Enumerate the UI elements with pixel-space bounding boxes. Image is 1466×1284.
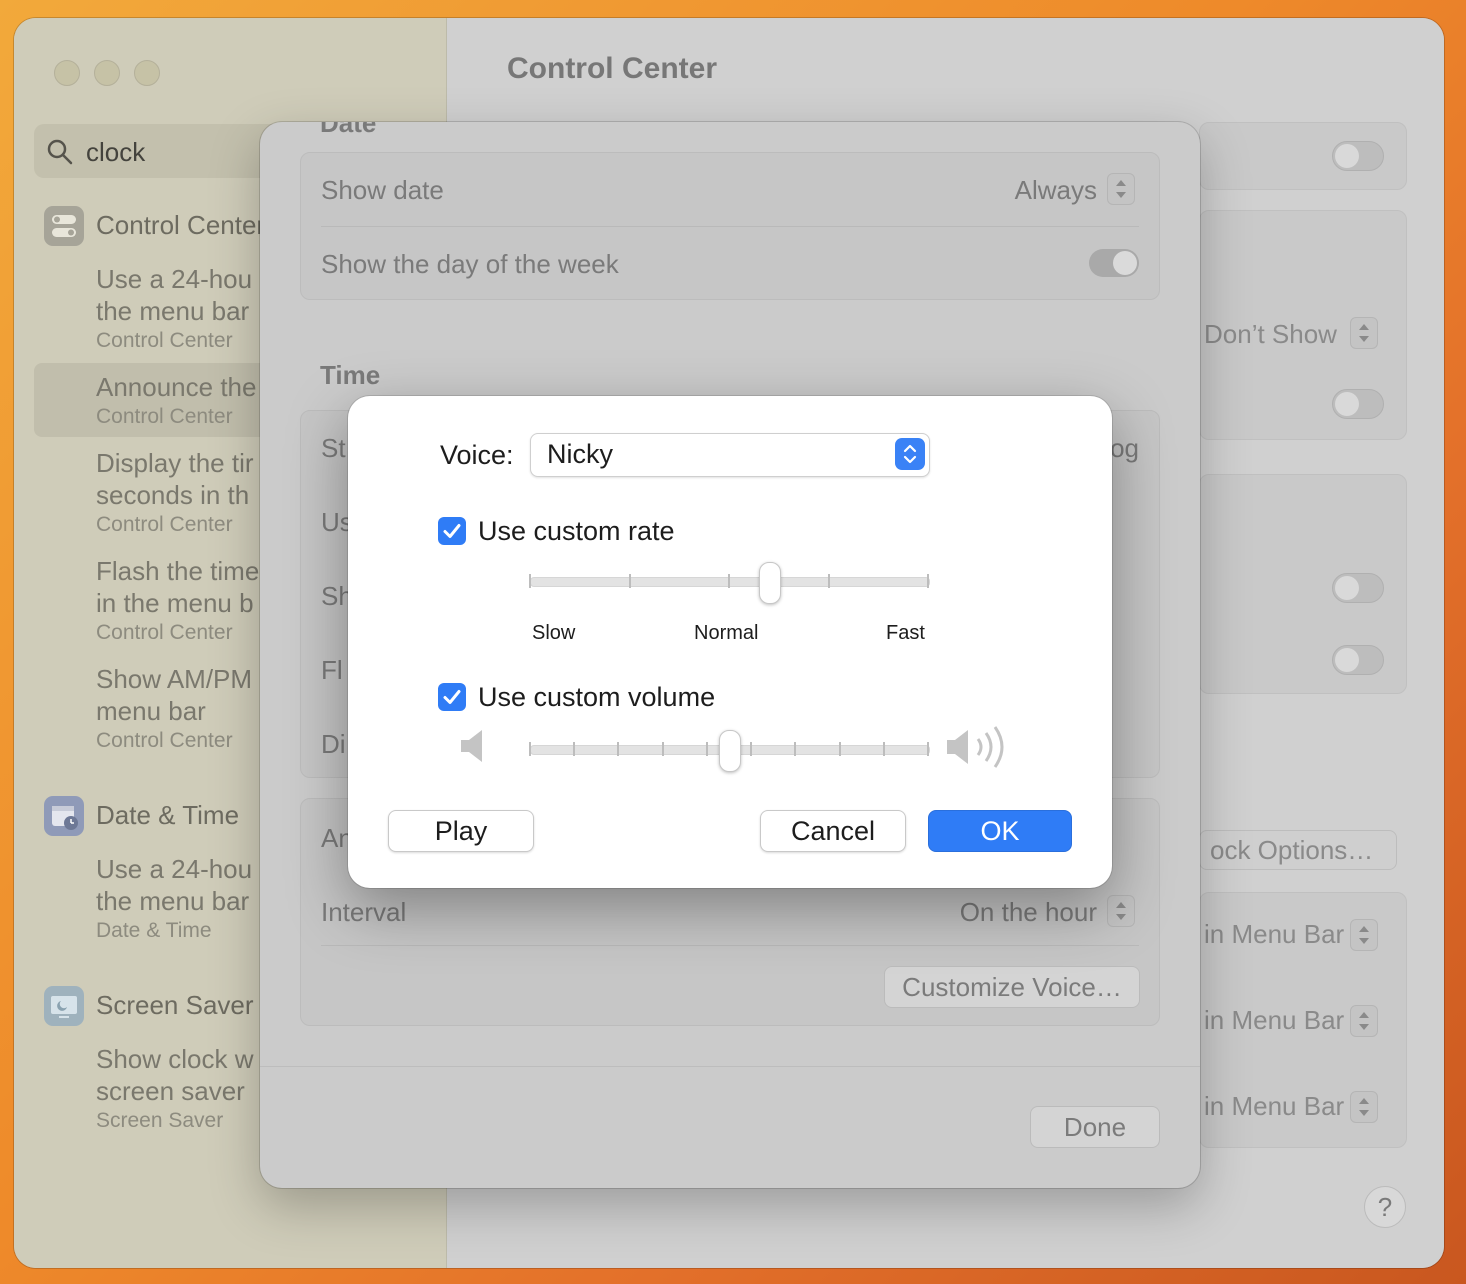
slider-tick bbox=[827, 574, 830, 588]
menu-bar-value[interactable]: in Menu Bar bbox=[1204, 919, 1344, 950]
day-of-week-label: Show the day of the week bbox=[321, 249, 619, 279]
menu-bar-value[interactable]: in Menu Bar bbox=[1204, 1091, 1344, 1122]
settings-card bbox=[1199, 122, 1407, 190]
help-button[interactable]: ? bbox=[1364, 1186, 1406, 1228]
slider-tick bbox=[750, 742, 753, 756]
popup-stepper-icon[interactable] bbox=[1107, 173, 1135, 205]
rate-fast-label: Fast bbox=[886, 622, 925, 644]
volume-low-icon bbox=[458, 726, 488, 771]
rate-slow-label: Slow bbox=[532, 622, 576, 644]
settings-card: Don’t Show bbox=[1199, 210, 1407, 440]
calendar-clock-icon bbox=[44, 796, 84, 836]
flash-separators-label-partial: Fl bbox=[321, 655, 343, 685]
minimize-window-button[interactable] bbox=[94, 60, 120, 86]
slider-tick bbox=[794, 742, 797, 756]
display-seconds-label-partial: Di bbox=[321, 729, 346, 759]
voice-popup[interactable]: Nicky bbox=[530, 433, 930, 477]
menu-bar-value[interactable]: in Menu Bar bbox=[1204, 1005, 1344, 1036]
dont-show-value[interactable]: Don’t Show bbox=[1204, 319, 1337, 350]
popup-stepper-icon[interactable] bbox=[1350, 1091, 1378, 1123]
toggle-switch[interactable] bbox=[1332, 645, 1384, 675]
checkmark-icon bbox=[443, 524, 461, 538]
slider-tick bbox=[661, 742, 664, 756]
clock-options-button[interactable]: ock Options… bbox=[1199, 830, 1397, 870]
day-of-week-toggle[interactable] bbox=[1089, 249, 1139, 277]
show-date-label: Show date bbox=[321, 175, 444, 205]
slider-tick bbox=[628, 574, 631, 588]
slider-tick bbox=[573, 742, 576, 756]
custom-rate-checkbox[interactable] bbox=[438, 517, 466, 545]
slider-tick bbox=[882, 742, 885, 756]
popup-chevrons-icon bbox=[895, 438, 925, 470]
control-center-icon bbox=[44, 206, 84, 246]
row-divider bbox=[321, 945, 1139, 946]
show-date-value[interactable]: Always bbox=[1015, 175, 1097, 206]
cancel-button[interactable]: Cancel bbox=[760, 810, 906, 852]
style-label-partial: St bbox=[321, 433, 346, 463]
rate-slider-thumb[interactable] bbox=[758, 562, 781, 604]
slider-tick bbox=[728, 574, 730, 588]
date-section-title: Date bbox=[320, 122, 377, 138]
screen-saver-icon bbox=[44, 986, 84, 1026]
done-button[interactable]: Done bbox=[1030, 1106, 1160, 1148]
customize-voice-dialog: Voice: Nicky Use custom rate Slow Normal… bbox=[348, 396, 1112, 888]
play-button[interactable]: Play bbox=[388, 810, 534, 852]
slider-tick bbox=[529, 742, 531, 756]
time-section-title: Time bbox=[320, 360, 381, 390]
customize-voice-button[interactable]: Customize Voice… bbox=[884, 966, 1140, 1008]
slider-tick bbox=[927, 574, 929, 588]
popup-stepper-icon[interactable] bbox=[1107, 895, 1135, 927]
settings-card bbox=[1199, 474, 1407, 694]
slider-tick bbox=[529, 574, 531, 588]
checkmark-icon bbox=[443, 690, 461, 704]
voice-value: Nicky bbox=[547, 439, 613, 469]
slider-tick bbox=[927, 742, 929, 756]
popup-stepper-icon[interactable] bbox=[1350, 919, 1378, 951]
ok-button[interactable]: OK bbox=[928, 810, 1072, 852]
custom-rate-label[interactable]: Use custom rate bbox=[478, 516, 675, 547]
interval-label: Interval bbox=[321, 897, 407, 927]
style-value-partial[interactable]: og bbox=[1110, 433, 1139, 464]
sidebar-group-title: Control Center bbox=[96, 210, 266, 240]
popup-stepper-icon[interactable] bbox=[1350, 317, 1378, 349]
custom-volume-label[interactable]: Use custom volume bbox=[478, 682, 715, 713]
volume-high-icon bbox=[944, 722, 1014, 777]
custom-volume-checkbox[interactable] bbox=[438, 683, 466, 711]
slider-tick bbox=[838, 742, 841, 756]
volume-slider-thumb[interactable] bbox=[719, 730, 741, 772]
sheet-footer-divider bbox=[260, 1066, 1200, 1067]
date-card: Show date Always Show the day of the wee… bbox=[300, 152, 1160, 300]
close-window-button[interactable] bbox=[54, 60, 80, 86]
interval-value[interactable]: On the hour bbox=[960, 897, 1097, 928]
search-query[interactable]: clock bbox=[86, 137, 145, 168]
zoom-window-button[interactable] bbox=[134, 60, 160, 86]
sidebar-group-title: Date & Time bbox=[96, 800, 240, 830]
settings-card: in Menu Bar in Menu Bar in Menu Bar bbox=[1199, 892, 1407, 1148]
row-divider bbox=[321, 226, 1139, 227]
slider-tick bbox=[705, 742, 708, 756]
rate-normal-label: Normal bbox=[694, 622, 759, 644]
toggle-switch[interactable] bbox=[1332, 573, 1384, 603]
popup-stepper-icon[interactable] bbox=[1350, 1005, 1378, 1037]
toggle-switch[interactable] bbox=[1332, 141, 1384, 171]
slider-tick bbox=[617, 742, 620, 756]
sidebar-group-title: Screen Saver bbox=[96, 990, 254, 1020]
page-title: Control Center bbox=[507, 52, 717, 85]
search-icon bbox=[46, 138, 74, 171]
rate-slider-track[interactable] bbox=[530, 577, 930, 587]
voice-label: Voice: bbox=[440, 440, 514, 470]
toggle-switch[interactable] bbox=[1332, 389, 1384, 419]
